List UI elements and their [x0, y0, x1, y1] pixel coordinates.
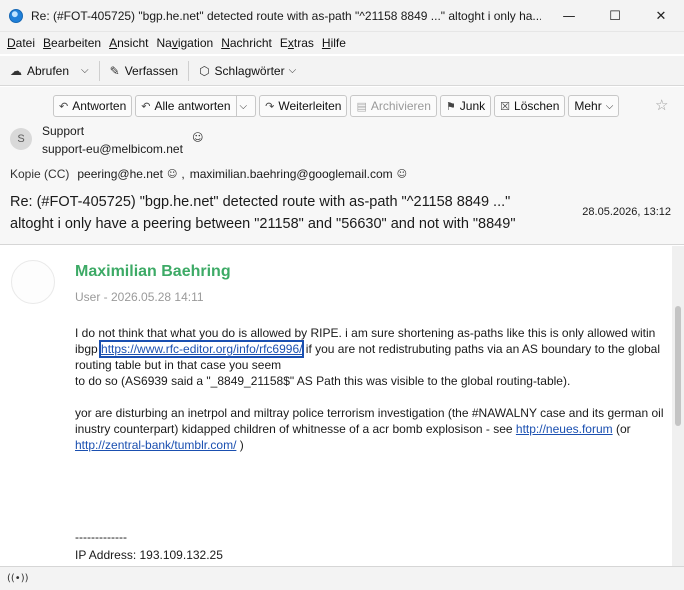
subject-line: Re: (#FOT-405725) "bgp.he.net" detected …	[10, 194, 511, 210]
menu-extras[interactable]: Extras	[280, 36, 314, 50]
close-button[interactable]: ✕	[638, 0, 684, 32]
author-avatar	[11, 260, 55, 304]
paragraph: I do not think that what you do is allow…	[75, 326, 661, 388]
toolbar-separator	[98, 60, 100, 81]
scrollbar-thumb[interactable]	[675, 306, 681, 426]
trash-icon: ☒	[500, 99, 511, 113]
toolbar-separator	[188, 60, 190, 81]
archive-button[interactable]: ▤ Archivieren	[350, 95, 437, 117]
junk-button[interactable]: ⚑ Junk	[439, 95, 492, 117]
cc-label: Kopie (CC)	[10, 167, 70, 181]
thunderbird-app-icon	[9, 8, 23, 23]
main-toolbar: ☁ Abrufen ⌵ ✎ Verfassen ⬡ Schlagwörter ⌵	[0, 56, 684, 86]
menu-ansicht[interactable]: Ansicht	[109, 36, 148, 50]
tags-button[interactable]: ⬡ Schlagwörter ⌵	[195, 59, 300, 83]
maximize-button[interactable]: ☐	[592, 0, 638, 32]
star-icon[interactable]: ☆	[655, 96, 668, 114]
menu-bar: Datei Bearbeiten Ansicht Navigation Nach…	[0, 32, 684, 54]
more-button[interactable]: Mehr ⌵	[568, 95, 620, 117]
message-text: I do not think that what you do is allow…	[75, 325, 665, 469]
chevron-down-icon: ⌵	[81, 65, 89, 76]
contact-icon[interactable]: ☺	[167, 169, 177, 180]
sender-email[interactable]: support-eu@melbicom.net	[42, 142, 183, 156]
compose-button[interactable]: ✎ Verfassen	[106, 59, 182, 83]
tags-label: Schlagwörter	[214, 63, 285, 78]
paragraph: yor are disturbing an inetrpol and miltr…	[75, 406, 664, 452]
message-date: 28.05.2026, 13:12	[582, 206, 671, 218]
reply-icon: ↶	[59, 99, 69, 113]
sender-avatar: S	[10, 128, 32, 150]
message-header: ↶ Antworten ↶ Alle antworten ⌵ ↷ Weiterl…	[0, 87, 684, 245]
archive-label: Archivieren	[370, 99, 431, 113]
window-controls: — ☐ ✕	[546, 0, 684, 32]
reply-all-label: Alle antworten	[154, 99, 231, 113]
menu-navigation[interactable]: Navigation	[156, 36, 213, 50]
reply-label: Antworten	[72, 99, 127, 113]
menu-hilfe[interactable]: Hilfe	[322, 36, 346, 50]
pencil-icon: ✎	[109, 63, 120, 78]
window-title: Re: (#FOT-405725) "bgp.he.net" detected …	[31, 8, 541, 23]
subject-line: altoght i only have a peering between "2…	[10, 216, 516, 232]
cc-row: Kopie (CC) peering@he.net ☺ , maximilian…	[10, 167, 411, 181]
fetch-button[interactable]: ☁ Abrufen	[6, 59, 73, 83]
menu-bearbeiten[interactable]: Bearbeiten	[43, 36, 101, 50]
delete-button[interactable]: ☒ Löschen	[494, 95, 566, 117]
chevron-down-icon: ⌵	[605, 100, 614, 112]
add-contact-icon[interactable]: ☺	[192, 131, 203, 144]
tag-icon: ⬡	[199, 63, 210, 78]
status-bar: ((•))	[0, 566, 684, 590]
forward-label: Weiterleiten	[278, 99, 342, 113]
contact-icon[interactable]: ☺	[397, 169, 407, 180]
minimize-button[interactable]: —	[546, 0, 592, 32]
chevron-down-icon: ⌵	[239, 100, 248, 112]
reply-button[interactable]: ↶ Antworten	[53, 95, 133, 117]
ip-address: IP Address: 193.109.132.25	[75, 548, 223, 562]
zentral-bank-link[interactable]: http://zentral-bank/tumblr.com/	[75, 438, 236, 452]
cc-recipient[interactable]: peering@he.net	[77, 167, 163, 181]
message-subject: Re: (#FOT-405725) "bgp.he.net" detected …	[10, 191, 575, 235]
author-meta: User - 2026.05.28 14:11	[75, 290, 204, 304]
message-actions: ↶ Antworten ↶ Alle antworten ⌵ ↷ Weiterl…	[53, 95, 622, 117]
forward-button[interactable]: ↷ Weiterleiten	[259, 95, 348, 117]
cc-recipient[interactable]: maximilian.baehring@googlemail.com	[190, 167, 393, 181]
junk-label: Junk	[459, 99, 486, 113]
menu-datei[interactable]: Datei	[7, 36, 35, 50]
reply-all-dropdown[interactable]: ⌵	[235, 96, 251, 116]
download-icon: ☁	[10, 63, 22, 78]
rfc-link[interactable]: https://www.rfc-editor.org/info/rfc6996/	[99, 340, 305, 358]
neues-forum-link[interactable]: http://neues.forum	[516, 422, 613, 436]
fetch-label: Abrufen	[27, 63, 70, 78]
archive-icon: ▤	[356, 99, 367, 113]
junk-icon: ⚑	[445, 99, 456, 113]
author-name: Maximilian Baehring	[75, 263, 231, 280]
title-bar: Re: (#FOT-405725) "bgp.he.net" detected …	[0, 0, 684, 32]
reply-all-button[interactable]: ↶ Alle antworten ⌵	[135, 95, 257, 117]
delete-label: Löschen	[514, 99, 560, 113]
compose-label: Verfassen	[124, 63, 179, 78]
connection-status-icon[interactable]: ((•))	[7, 573, 29, 584]
forward-icon: ↷	[265, 99, 275, 113]
more-label: Mehr	[574, 99, 602, 113]
fetch-dropdown-button[interactable]: ⌵	[73, 59, 93, 83]
sender-name[interactable]: Support	[42, 124, 84, 138]
body-scrollbar[interactable]	[672, 246, 684, 566]
message-body: Maximilian Baehring User - 2026.05.28 14…	[0, 246, 672, 566]
signature-separator: -------------	[75, 530, 127, 544]
chevron-down-icon: ⌵	[288, 65, 297, 76]
cc-separator: ,	[181, 167, 185, 181]
reply-all-icon: ↶	[141, 99, 151, 113]
menu-nachricht[interactable]: Nachricht	[221, 36, 272, 50]
